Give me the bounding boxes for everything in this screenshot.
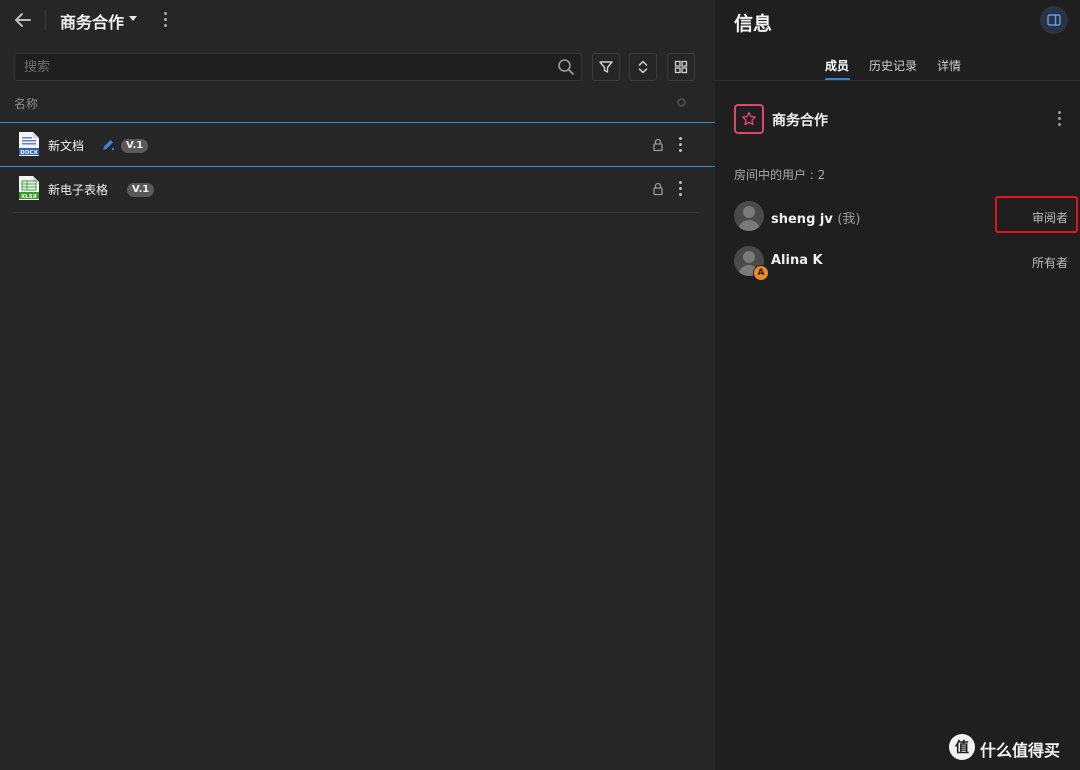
me-suffix: (我) [837, 212, 861, 227]
users-count-label: 房间中的用户 : 2 [734, 168, 826, 182]
docx-file-icon: DOCX [19, 132, 39, 156]
search-input[interactable] [15, 54, 555, 80]
room-options-button[interactable] [1055, 108, 1065, 128]
file-name: 新文档 [48, 139, 85, 153]
file-row[interactable]: XLSX 新电子表格 V.1 [0, 167, 715, 211]
tabs-divider [715, 80, 1080, 81]
arrow-left-icon [15, 13, 31, 27]
file-menu-button[interactable] [676, 179, 686, 199]
tab-details[interactable]: 详情 [937, 57, 961, 74]
grid-view-icon [674, 60, 688, 74]
owner-badge: A [753, 265, 769, 281]
sort-icon [638, 60, 648, 74]
star-icon [742, 111, 756, 126]
room-name: 商务合作 [772, 113, 828, 129]
top-bar: 商务合作 [0, 0, 715, 40]
filter-icon [599, 61, 613, 73]
search-icon[interactable] [557, 58, 575, 76]
column-header-name[interactable]: 名称 [14, 95, 38, 112]
divider [45, 10, 46, 30]
row-divider [14, 212, 698, 213]
back-button[interactable] [12, 9, 34, 31]
search-box [14, 53, 582, 81]
user-row[interactable]: A Alina K 所有者 [715, 246, 1080, 286]
user-name: Alina K [771, 253, 823, 268]
avatar [734, 201, 764, 231]
filter-button[interactable] [592, 53, 620, 81]
room-title[interactable]: 商务合作 [60, 9, 124, 33]
watermark-text: 什么值得买 [980, 741, 1061, 760]
sort-button[interactable] [629, 53, 657, 81]
highlight-annotation [995, 196, 1078, 233]
file-menu-button[interactable] [676, 135, 686, 155]
view-toggle-button[interactable] [667, 53, 695, 81]
gear-icon[interactable] [676, 97, 687, 108]
watermark-logo: 值 [949, 734, 975, 760]
file-row[interactable]: DOCX 新文档 V.1 [0, 122, 715, 167]
panel-toggle-icon [1047, 14, 1061, 26]
version-badge: V.1 [127, 183, 155, 197]
tab-history[interactable]: 历史记录 [869, 57, 917, 74]
file-type-label: XLSX [21, 194, 38, 200]
pencil-icon [103, 140, 115, 151]
panel-title: 信息 [734, 13, 773, 35]
lock-icon[interactable] [652, 138, 664, 152]
user-role-label: 所有者 [1031, 256, 1068, 270]
version-badge: V.1 [121, 139, 149, 153]
file-list-pane: 商务合作 名称 [0, 0, 715, 770]
file-type-label: DOCX [20, 150, 38, 156]
info-panel: 信息 成员 历史记录 详情 商务合作 房间中的用户 : 2 sheng jv (… [715, 0, 1080, 770]
room-menu-button[interactable] [157, 10, 173, 30]
lock-icon[interactable] [652, 182, 664, 196]
xlsx-file-icon: XLSX [19, 176, 39, 200]
user-name: sheng jv (我) [771, 212, 861, 227]
room-logo [734, 104, 764, 134]
chevron-down-icon[interactable] [129, 16, 137, 21]
info-tabs: 成员 历史记录 详情 [715, 52, 1080, 81]
tab-members[interactable]: 成员 [825, 57, 849, 74]
file-name: 新电子表格 [48, 183, 109, 197]
panel-toggle-button[interactable] [1040, 6, 1068, 34]
watermark: 值 什么值得买 [949, 734, 1074, 760]
